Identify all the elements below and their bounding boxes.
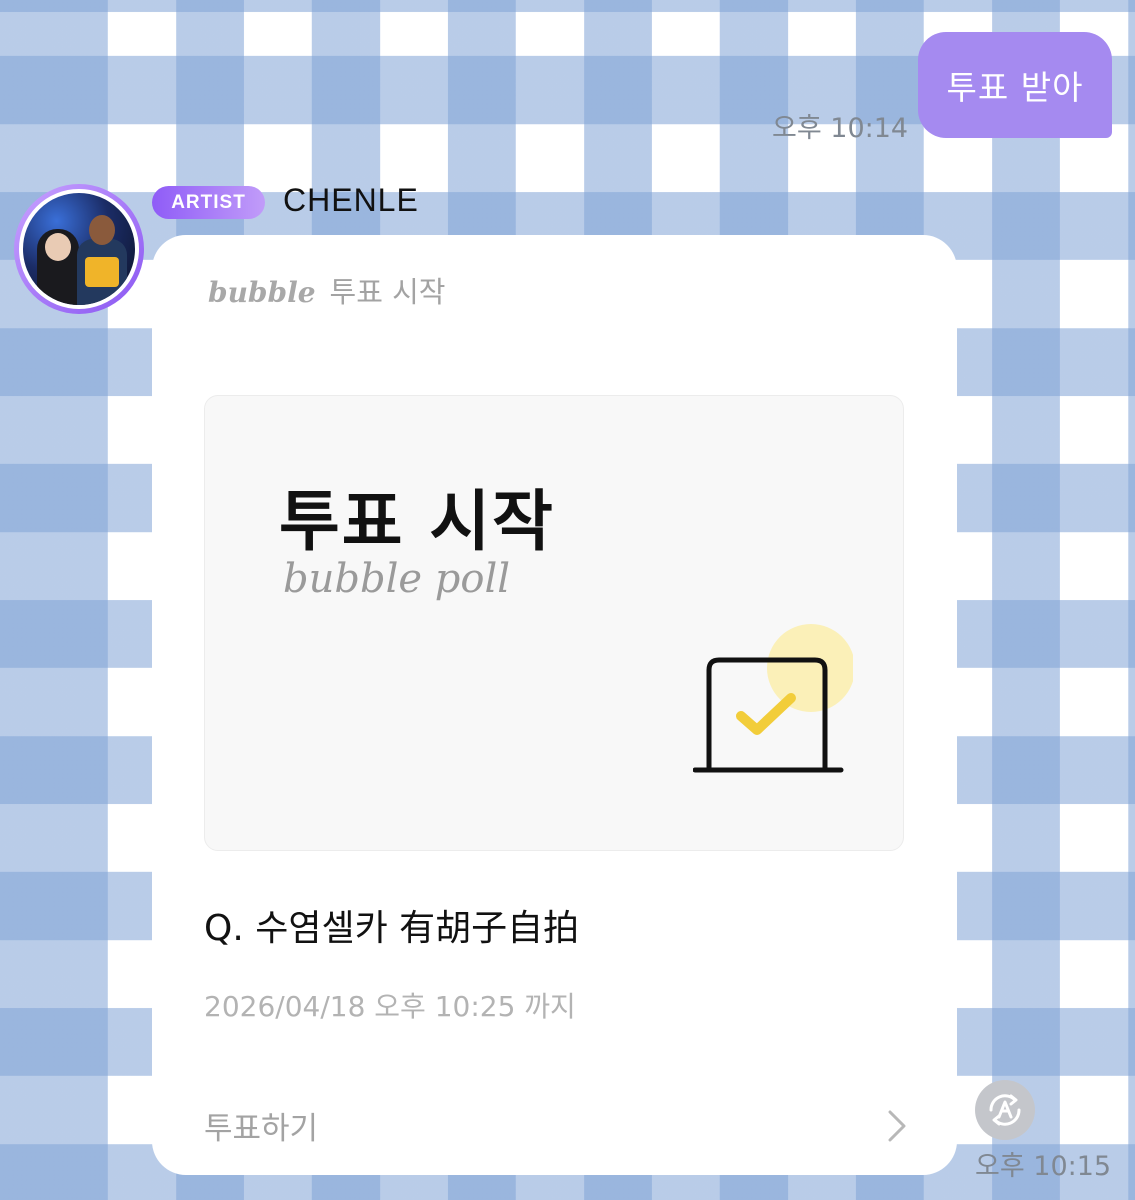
poll-card[interactable]: bubble 투표 시작 투표 시작 bubble poll Q. 수염셀카 有…: [152, 235, 957, 1175]
poll-hero-banner: 투표 시작 bubble poll: [204, 395, 904, 851]
my-message-bubble[interactable]: 투표 받아: [918, 32, 1112, 138]
translate-button[interactable]: [975, 1080, 1035, 1140]
artist-avatar[interactable]: [14, 184, 144, 314]
translate-icon: [989, 1094, 1021, 1126]
avatar-photo: [19, 189, 139, 309]
vote-button[interactable]: 투표하기: [152, 1085, 957, 1165]
my-message-text: 투표 받아: [946, 68, 1084, 107]
poll-card-kind: 투표 시작: [329, 275, 446, 309]
sender-name: CHENLE: [283, 182, 419, 218]
poll-question: Q. 수염셀카 有胡子自拍: [204, 908, 580, 949]
ballot-checkbox-icon: [693, 624, 853, 773]
my-message-time: 오후 10:14: [772, 113, 909, 144]
vote-button-label: 투표하기: [204, 1111, 319, 1147]
hero-subtitle: bubble poll: [283, 556, 511, 602]
poll-message-time: 오후 10:15: [975, 1151, 1112, 1182]
bubble-brand: bubble: [208, 276, 316, 309]
poll-card-header: bubble 투표 시작: [208, 269, 446, 311]
hero-title: 투표 시작: [279, 483, 555, 560]
artist-badge: ARTIST: [152, 186, 265, 219]
poll-deadline: 2026/04/18 오후 10:25 까지: [204, 990, 576, 1023]
chevron-right-icon: [888, 1110, 906, 1142]
